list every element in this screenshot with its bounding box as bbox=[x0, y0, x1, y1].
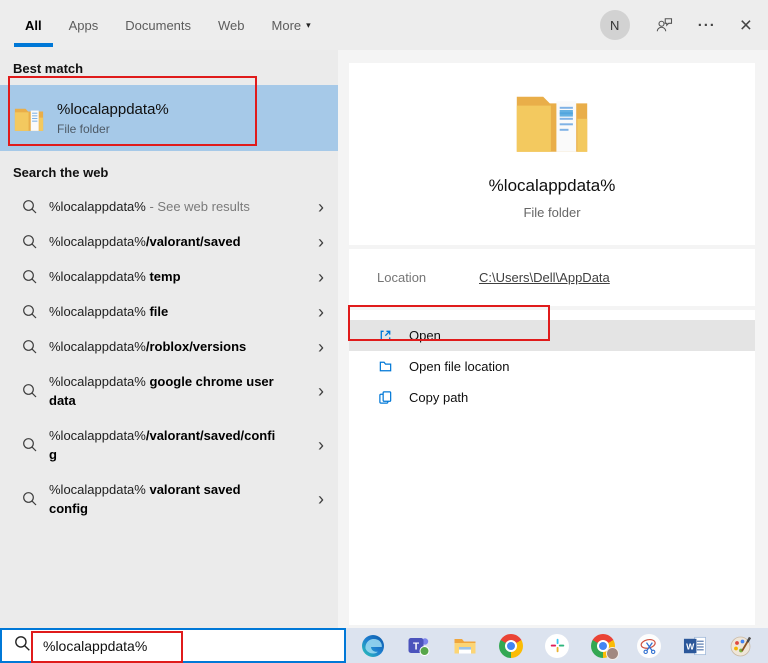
snipping-tool-icon[interactable] bbox=[637, 633, 662, 658]
more-options-icon[interactable]: ··· bbox=[698, 17, 716, 34]
tab-documents[interactable]: Documents bbox=[125, 0, 191, 50]
location-row: Location C:\Users\Dell\AppData bbox=[349, 249, 755, 306]
preview-subtitle: File folder bbox=[349, 205, 755, 245]
header-actions: N ··· × bbox=[600, 0, 752, 50]
web-suggestion[interactable]: %localappdata%/valorant/saved/config › bbox=[0, 418, 338, 472]
dropdown-arrow-icon: ▾ bbox=[306, 20, 311, 31]
tab-apps[interactable]: Apps bbox=[69, 0, 99, 50]
profile-badge bbox=[606, 647, 619, 660]
search-icon bbox=[22, 304, 38, 320]
microsoft-edge-icon[interactable] bbox=[361, 633, 386, 658]
web-suggestion[interactable]: %localappdata%/valorant/saved › bbox=[0, 224, 338, 259]
results-panel: Best match %localappdata% File folder Se… bbox=[0, 50, 338, 628]
feedback-icon[interactable] bbox=[654, 15, 674, 35]
best-match-header: Best match bbox=[0, 50, 338, 85]
folder-icon bbox=[14, 105, 44, 132]
action-label: Open file location bbox=[409, 359, 509, 374]
search-icon bbox=[22, 339, 38, 355]
web-suggestion[interactable]: %localappdata% google chrome user data › bbox=[0, 364, 338, 418]
location-label: Location bbox=[377, 270, 479, 285]
search-icon bbox=[14, 635, 31, 657]
chevron-right-icon[interactable]: › bbox=[318, 382, 324, 400]
svg-text:W: W bbox=[686, 641, 695, 651]
chevron-right-icon[interactable]: › bbox=[318, 268, 324, 286]
search-icon bbox=[22, 199, 38, 215]
taskbar: T bbox=[346, 628, 768, 663]
microsoft-word-icon[interactable]: W bbox=[683, 633, 708, 658]
action-open-file-location[interactable]: Open file location bbox=[349, 351, 755, 382]
microsoft-teams-icon[interactable]: T bbox=[407, 633, 432, 658]
preview-title: %localappdata% bbox=[349, 176, 755, 196]
search-icon bbox=[22, 437, 38, 453]
search-icon bbox=[22, 383, 38, 399]
preview-panel: %localappdata% File folder Location C:\U… bbox=[338, 50, 768, 628]
chevron-right-icon[interactable]: › bbox=[318, 338, 324, 356]
chevron-right-icon[interactable]: › bbox=[318, 303, 324, 321]
action-label: Copy path bbox=[409, 390, 468, 405]
location-link[interactable]: C:\Users\Dell\AppData bbox=[479, 270, 610, 285]
search-icon bbox=[22, 234, 38, 250]
google-chrome-icon[interactable] bbox=[499, 633, 524, 658]
best-match-subtitle: File folder bbox=[57, 122, 169, 136]
web-suggestion[interactable]: %localappdata% temp › bbox=[0, 259, 338, 294]
web-suggestion[interactable]: %localappdata% file › bbox=[0, 294, 338, 329]
search-icon bbox=[22, 491, 38, 507]
best-match-result[interactable]: %localappdata% File folder bbox=[0, 85, 338, 151]
web-suggestion[interactable]: %localappdata%/roblox/versions › bbox=[0, 329, 338, 364]
file-explorer-icon[interactable] bbox=[453, 633, 478, 658]
search-header: All Apps Documents Web More▾ N ··· × bbox=[0, 0, 768, 50]
preview-card: %localappdata% File folder Location C:\U… bbox=[349, 63, 755, 625]
close-icon[interactable]: × bbox=[740, 15, 752, 36]
open-icon bbox=[378, 328, 393, 343]
slack-icon[interactable] bbox=[545, 633, 570, 658]
web-suggestion[interactable]: %localappdata% - See web results › bbox=[0, 189, 338, 224]
action-copy-path[interactable]: Copy path bbox=[349, 382, 755, 413]
action-list: Open Open file location bbox=[349, 310, 755, 413]
action-label: Open bbox=[409, 328, 441, 343]
google-chrome-profile-icon[interactable] bbox=[591, 633, 616, 658]
action-open[interactable]: Open bbox=[349, 320, 755, 351]
search-the-web-header: Search the web bbox=[0, 151, 338, 189]
tab-more[interactable]: More▾ bbox=[272, 0, 311, 50]
taskbar-search-box[interactable] bbox=[0, 628, 346, 663]
chevron-right-icon[interactable]: › bbox=[318, 198, 324, 216]
open-file-location-icon bbox=[378, 359, 393, 374]
web-suggestion[interactable]: %localappdata% valorant saved config › bbox=[0, 472, 338, 526]
windows-search-panel: All Apps Documents Web More▾ N ··· × Bes… bbox=[0, 0, 768, 663]
chevron-right-icon[interactable]: › bbox=[318, 233, 324, 251]
tab-web[interactable]: Web bbox=[218, 0, 245, 50]
best-match-title: %localappdata% bbox=[57, 101, 169, 118]
search-input[interactable] bbox=[41, 637, 344, 655]
folder-icon-large bbox=[514, 88, 590, 154]
copy-path-icon bbox=[378, 390, 393, 405]
tab-all[interactable]: All bbox=[25, 0, 42, 50]
paint-icon[interactable] bbox=[729, 633, 754, 658]
chevron-right-icon[interactable]: › bbox=[318, 436, 324, 454]
search-icon bbox=[22, 269, 38, 285]
user-avatar[interactable]: N bbox=[600, 10, 630, 40]
chevron-right-icon[interactable]: › bbox=[318, 490, 324, 508]
svg-text:T: T bbox=[413, 641, 419, 652]
